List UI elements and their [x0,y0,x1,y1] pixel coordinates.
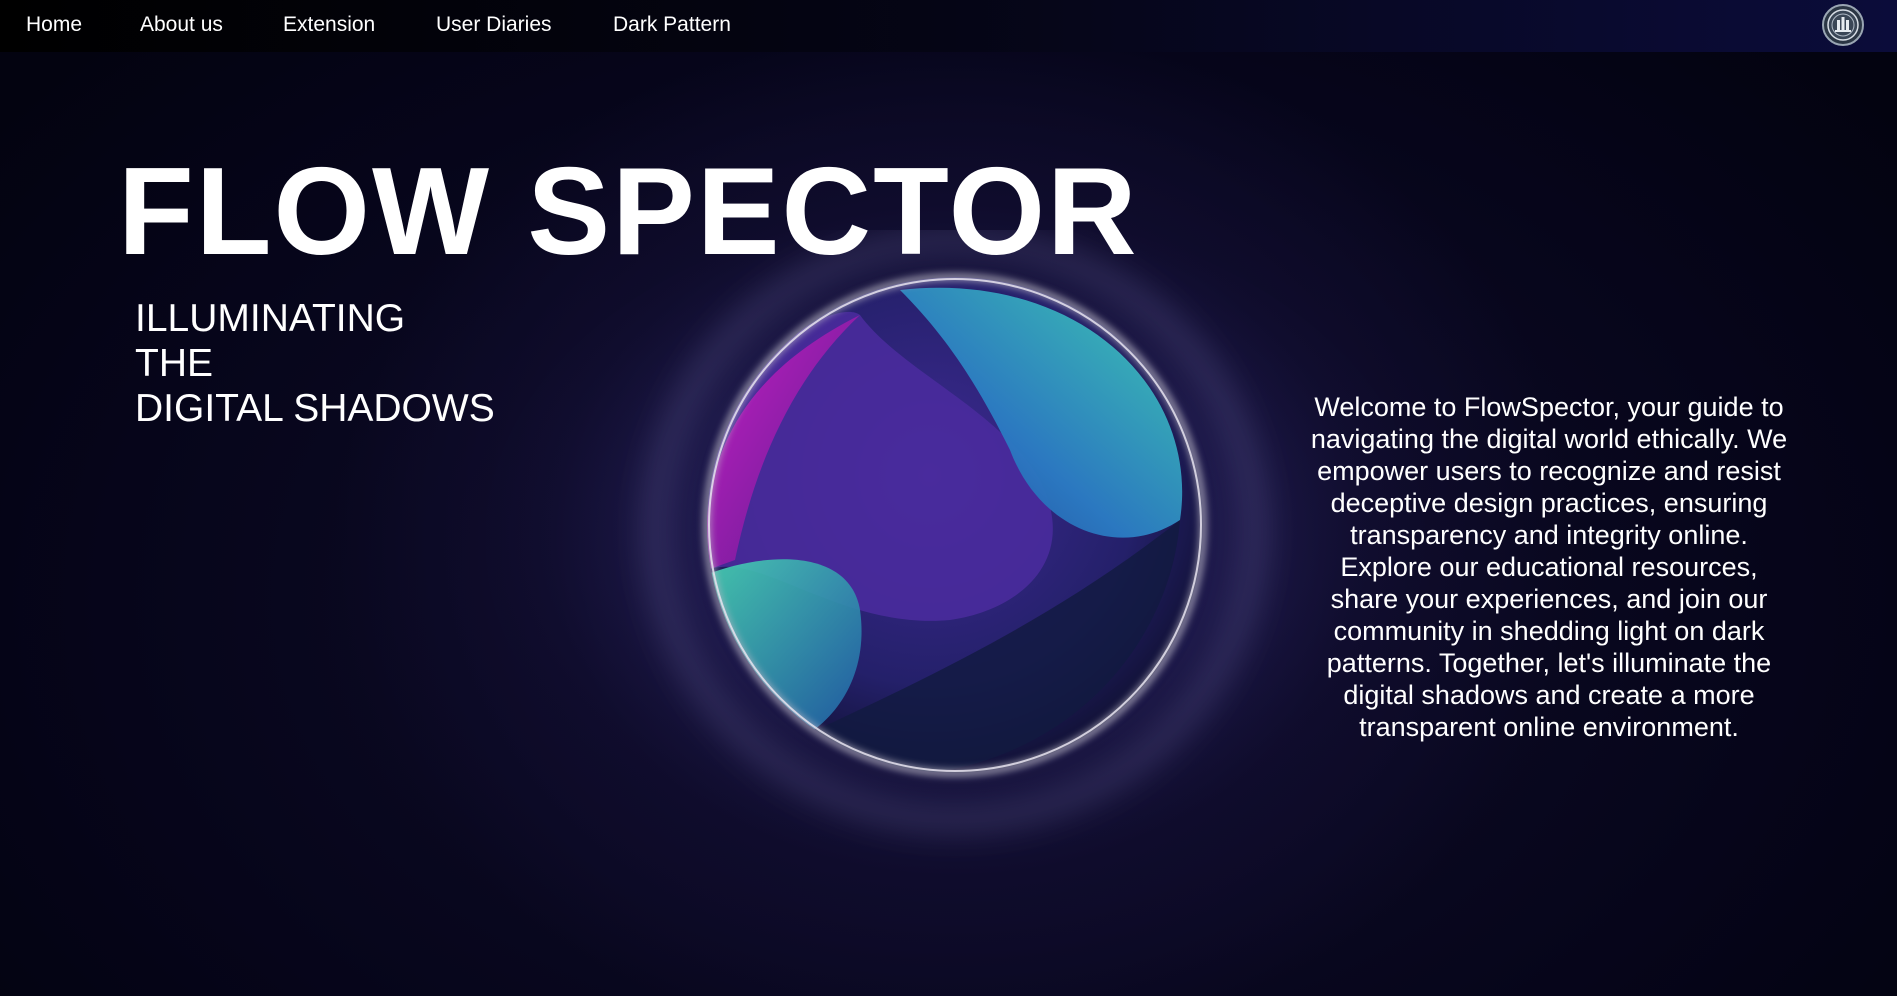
top-navbar: Home About us Extension User Diaries Dar… [0,0,1897,52]
tagline-line: ILLUMINATING [135,297,406,340]
tagline-line: DIGITAL SHADOWS [135,387,495,430]
nav-dark-pattern-link[interactable]: Dark Pattern [613,13,731,37]
nav-extension-link[interactable]: Extension [283,13,375,37]
nav-user-diaries-link[interactable]: User Diaries [436,13,552,37]
nav-about-us-link[interactable]: About us [140,13,223,37]
site-title: FLOW SPECTOR [118,143,1139,281]
welcome-paragraph: Welcome to FlowSpector, your guide to na… [1310,392,1788,742]
tagline: ILLUMINATING THE DIGITAL SHADOWS [135,296,585,431]
tagline-line: THE [135,342,213,385]
seal-logo-icon[interactable] [1822,4,1864,46]
landing-page: Home About us Extension User Diaries Dar… [0,0,1897,996]
glowing-orb-illustration [480,210,1430,880]
nav-home-link[interactable]: Home [26,13,82,37]
